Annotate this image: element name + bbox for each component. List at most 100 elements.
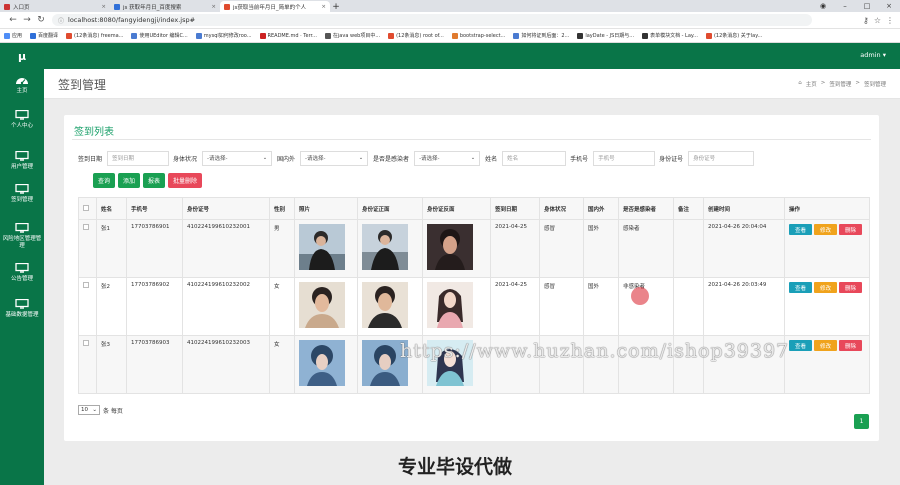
bookmark-icon (195, 32, 202, 39)
column-header: 是否是感染者 (618, 197, 674, 220)
filter-label: 签到日期 (78, 155, 103, 163)
cell-name: 张3 (96, 335, 127, 394)
bookmark-item[interactable]: 使用UEditor 编辑C... (131, 32, 188, 39)
sidebar-item-signin[interactable]: 签到管理 (0, 184, 44, 204)
sidebar-item-profile[interactable]: 个人中心 (0, 110, 44, 130)
row-checkbox[interactable] (83, 282, 89, 288)
address-bar-row: ← → ↻ ⓘ localhost:8080/fangyidengji/index… (0, 12, 900, 29)
sidebar-item-risk-areas[interactable]: 风险地区管理管理 (0, 223, 44, 250)
view-button[interactable]: 查看 (789, 282, 812, 293)
bookmark-item[interactable]: mysql如何修改roo... (195, 32, 252, 39)
bookmark-icon (513, 32, 520, 39)
bookmark-item[interactable]: (12条消息) freema... (66, 32, 123, 39)
dashboard-icon (16, 78, 28, 85)
edit-button[interactable]: 修改 (814, 224, 837, 235)
bookmark-item[interactable]: layDate - JS日期与... (577, 32, 634, 39)
chevron-down-icon: ⌄ (358, 155, 364, 161)
delete-button[interactable]: 删除 (839, 224, 862, 235)
bookmark-item[interactable]: 百度翻译 (30, 32, 58, 39)
url-input[interactable]: ⓘ localhost:8080/fangyidengji/index.jsp# (52, 14, 812, 26)
view-button[interactable]: 查看 (789, 340, 812, 351)
bookmark-icon (324, 32, 331, 39)
inout-select[interactable]: -请选择- ⌄ (300, 150, 369, 166)
bookmark-item[interactable]: 在java web项目中... (324, 32, 380, 39)
forward-icon[interactable]: → (20, 15, 34, 25)
profile-icon[interactable]: ◉ (812, 2, 834, 10)
id-back-thumbnail[interactable] (427, 224, 473, 270)
id-front-thumbnail[interactable] (362, 282, 408, 328)
report-button[interactable]: 报表 (143, 173, 166, 188)
close-icon[interactable]: × (211, 4, 216, 10)
breadcrumb-home[interactable]: 主页 (806, 80, 817, 88)
health-select[interactable]: -请选择- ⌄ (202, 150, 273, 166)
star-icon[interactable]: ☆ (874, 16, 881, 25)
breadcrumb: ⌂ 主页 > 签到管理 > 签到管理 (798, 80, 886, 88)
monitor-icon (15, 110, 29, 120)
sidebar-item-base-data[interactable]: 基础数据管理 (0, 299, 44, 319)
user-menu[interactable]: admin ▾ (860, 51, 886, 59)
photo-thumbnail[interactable] (299, 224, 345, 270)
edit-button[interactable]: 修改 (814, 282, 837, 293)
id-back-thumbnail[interactable] (427, 282, 473, 328)
filter-label: 身份证号 (659, 155, 684, 163)
cell-gender: 女 (269, 335, 295, 394)
browser-tab-1[interactable]: 入口页 × (0, 1, 110, 12)
panel-title: 签到列表 (74, 127, 114, 138)
per-page-label: 条 每页 (103, 407, 123, 415)
table-row: 张2 17703786902 410224199610232002 女 2021… (78, 277, 870, 336)
key-icon[interactable]: ⚷ (863, 16, 869, 25)
add-button[interactable]: 添加 (118, 173, 141, 188)
row-checkbox[interactable] (83, 224, 89, 230)
new-tab-icon[interactable]: + (330, 2, 342, 12)
table-header-row: 姓名 手机号 身份证号 性别 照片 身份证正面 身份证反面 签到日期 身体状况 … (78, 197, 870, 220)
column-header: 手机号 (126, 197, 183, 220)
date-input[interactable]: 签到日期 (107, 150, 170, 166)
window-close-icon[interactable]: × (878, 2, 900, 10)
infected-select[interactable]: -请选择- ⌄ (414, 150, 481, 166)
bookmark-item[interactable]: (12条消息) 关于lay... (705, 32, 762, 39)
sidebar-item-home[interactable]: 主页 (0, 75, 44, 95)
pagination-page-1[interactable]: 1 (854, 414, 869, 429)
name-input[interactable]: 姓名 (502, 150, 567, 166)
maximize-icon[interactable]: □ (856, 2, 878, 10)
back-icon[interactable]: ← (6, 15, 20, 25)
search-button[interactable]: 查询 (93, 173, 116, 188)
bookmark-item[interactable]: README.md · Terr... (259, 32, 317, 39)
select-all-checkbox[interactable] (83, 204, 89, 211)
browser-tab-2[interactable]: js 获取年月日_百度搜索 × (110, 1, 220, 12)
page-size-select[interactable]: 10 ⌄ (78, 405, 100, 415)
browser-tab-bar: 入口页 × js 获取年月日_百度搜索 × js获取当前年月日_简单的个人 × + ◉… (0, 0, 900, 12)
id-front-thumbnail[interactable] (362, 224, 408, 270)
edit-button[interactable]: 修改 (814, 340, 837, 351)
close-icon[interactable]: × (101, 4, 106, 10)
row-checkbox[interactable] (83, 340, 89, 346)
column-header: 身份证正面 (357, 197, 423, 220)
bookmark-item[interactable]: 如何将证到后面：2... (513, 32, 569, 39)
sidebar-item-notices[interactable]: 公告管理 (0, 263, 44, 283)
menu-dots-icon[interactable]: ⋮ (886, 16, 894, 25)
cell-note (673, 219, 704, 278)
bookmark-item[interactable]: 应用 (4, 32, 22, 39)
bookmark-item[interactable]: bootstrap-select... (451, 32, 505, 39)
view-button[interactable]: 查看 (789, 224, 812, 235)
main-content: 签到管理 ⌂ 主页 > 签到管理 > 签到管理 签到列表 签到日期 签到日期 身… (44, 69, 900, 485)
batch-delete-button[interactable]: 批量删除 (168, 173, 203, 188)
minimize-icon[interactable]: – (834, 2, 856, 10)
id-number-input[interactable]: 身份证号 (688, 150, 755, 166)
cell-infected: 感染者 (618, 219, 674, 278)
reload-icon[interactable]: ↻ (34, 15, 48, 25)
bookmark-icon (577, 32, 584, 39)
delete-button[interactable]: 删除 (839, 340, 862, 351)
filter-label: 姓名 (485, 155, 498, 163)
breadcrumb-section[interactable]: 签到管理 (829, 80, 851, 88)
browser-tab-3[interactable]: js获取当前年月日_简单的个人 × (220, 1, 330, 12)
phone-input[interactable]: 手机号 (593, 150, 656, 166)
photo-thumbnail[interactable] (299, 340, 345, 386)
cell-name: 张1 (96, 219, 127, 278)
bookmark-item[interactable]: (12条消息) root of... (388, 32, 444, 39)
bookmark-item[interactable]: 表单模块文档 - Lay... (642, 32, 698, 39)
sidebar-item-users[interactable]: 用户管理 (0, 151, 44, 171)
delete-button[interactable]: 删除 (839, 282, 862, 293)
close-icon[interactable]: × (321, 4, 326, 10)
photo-thumbnail[interactable] (299, 282, 345, 328)
